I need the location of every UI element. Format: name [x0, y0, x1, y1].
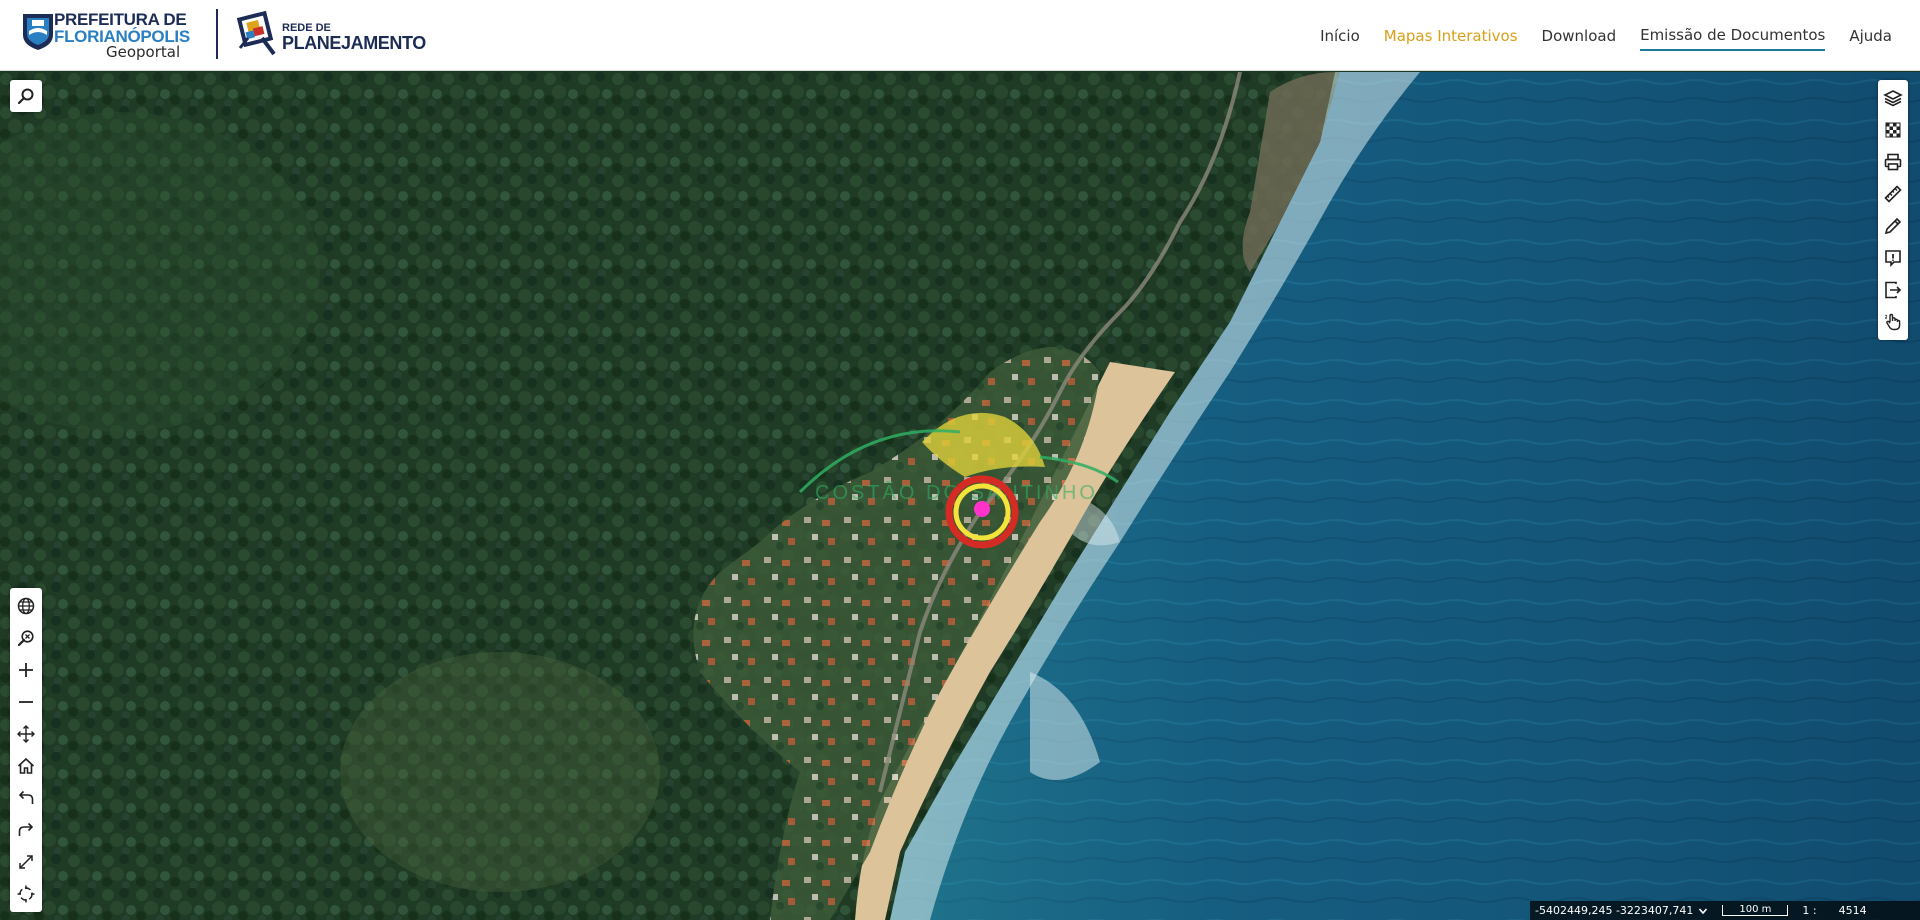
move-button[interactable] [10, 718, 42, 750]
rede-planejamento-logo[interactable]: REDE DE PLANEJAMENTO [232, 8, 426, 62]
measure-ruler-icon [1884, 185, 1902, 203]
city-emblem-icon [23, 14, 53, 50]
nav-link-inicio[interactable]: Início [1320, 21, 1360, 50]
home-button[interactable] [10, 750, 42, 782]
zoom-in-icon [19, 663, 33, 677]
fullscreen-icon [19, 855, 33, 869]
main-navigation: Início Mapas Interativos Download Emissã… [1320, 0, 1892, 71]
nav-link-mapas-interativos[interactable]: Mapas Interativos [1384, 21, 1518, 50]
scale-ratio: 4514 [1838, 904, 1867, 917]
rede-planejamento-emblem-icon [236, 10, 276, 56]
redo-button[interactable] [10, 814, 42, 846]
zoom-search-icon [17, 630, 34, 647]
basemap-button[interactable] [1878, 114, 1908, 146]
logo-divider [216, 9, 218, 59]
logo-text-geoportal: Geoportal [106, 43, 181, 61]
undo-button[interactable] [10, 782, 42, 814]
nav-link-download[interactable]: Download [1542, 21, 1617, 50]
map-search-button[interactable] [10, 80, 42, 112]
undo-icon [18, 790, 34, 804]
right-map-toolbar [1878, 80, 1908, 340]
app-header: PREFEITURA DE FLORIANÓPOLIS Geoportal RE… [0, 0, 1920, 71]
print-button[interactable] [1878, 146, 1908, 178]
zoom-out-icon [19, 701, 33, 703]
chevron-down-icon [1699, 907, 1708, 914]
projection-dropdown[interactable] [1696, 904, 1710, 918]
print-icon [1884, 153, 1902, 171]
prefeitura-logo[interactable]: PREFEITURA DE FLORIANÓPOLIS Geoportal [18, 8, 190, 61]
measure-button[interactable] [1878, 178, 1908, 210]
export-icon [1885, 281, 1902, 299]
redo-icon [18, 822, 34, 836]
globe-button[interactable] [10, 590, 42, 622]
pan-hand-icon [1885, 313, 1901, 331]
rotate-button[interactable] [10, 878, 42, 910]
basemap-grid-icon [1885, 122, 1901, 138]
pan-button[interactable] [1878, 306, 1908, 338]
left-map-toolbar [10, 588, 42, 912]
rotate-icon [17, 885, 35, 903]
info-button[interactable] [1878, 242, 1908, 274]
scale-bar: 100 m [1722, 905, 1789, 916]
map-viewport[interactable]: COSTÃO DO SANTINHO -5402449,245 -3223407… [0, 72, 1920, 920]
logo-text-planejamento: PLANEJAMENTO [282, 33, 426, 53]
zoom-out-button[interactable] [10, 686, 42, 718]
coordinate-readout: -5402449,245 -3223407,741 [1535, 904, 1694, 917]
move-icon [17, 725, 35, 743]
info-icon [1885, 250, 1901, 267]
export-button[interactable] [1878, 274, 1908, 306]
search-icon [17, 88, 34, 105]
layers-button[interactable] [1878, 82, 1908, 114]
globe-icon [17, 597, 35, 615]
fullscreen-button[interactable] [10, 846, 42, 878]
map-search-box [10, 80, 42, 112]
home-icon [17, 757, 35, 774]
scale-ratio-prefix: 1 : [1802, 904, 1817, 917]
nav-link-ajuda[interactable]: Ajuda [1849, 21, 1892, 50]
satellite-imagery[interactable]: COSTÃO DO SANTINHO [0, 72, 1920, 920]
nav-link-emissao-de-documentos[interactable]: Emissão de Documentos [1640, 20, 1826, 51]
logo-text-prefeitura: PREFEITURA DE [54, 10, 187, 29]
draw-pencil-icon [1884, 217, 1902, 235]
zoom-to-selection-button[interactable] [10, 622, 42, 654]
draw-button[interactable] [1878, 210, 1908, 242]
zoom-in-button[interactable] [10, 654, 42, 686]
map-status-bar: -5402449,245 -3223407,741 100 m 1 : 4514 [1530, 901, 1920, 920]
layers-icon [1883, 90, 1903, 107]
